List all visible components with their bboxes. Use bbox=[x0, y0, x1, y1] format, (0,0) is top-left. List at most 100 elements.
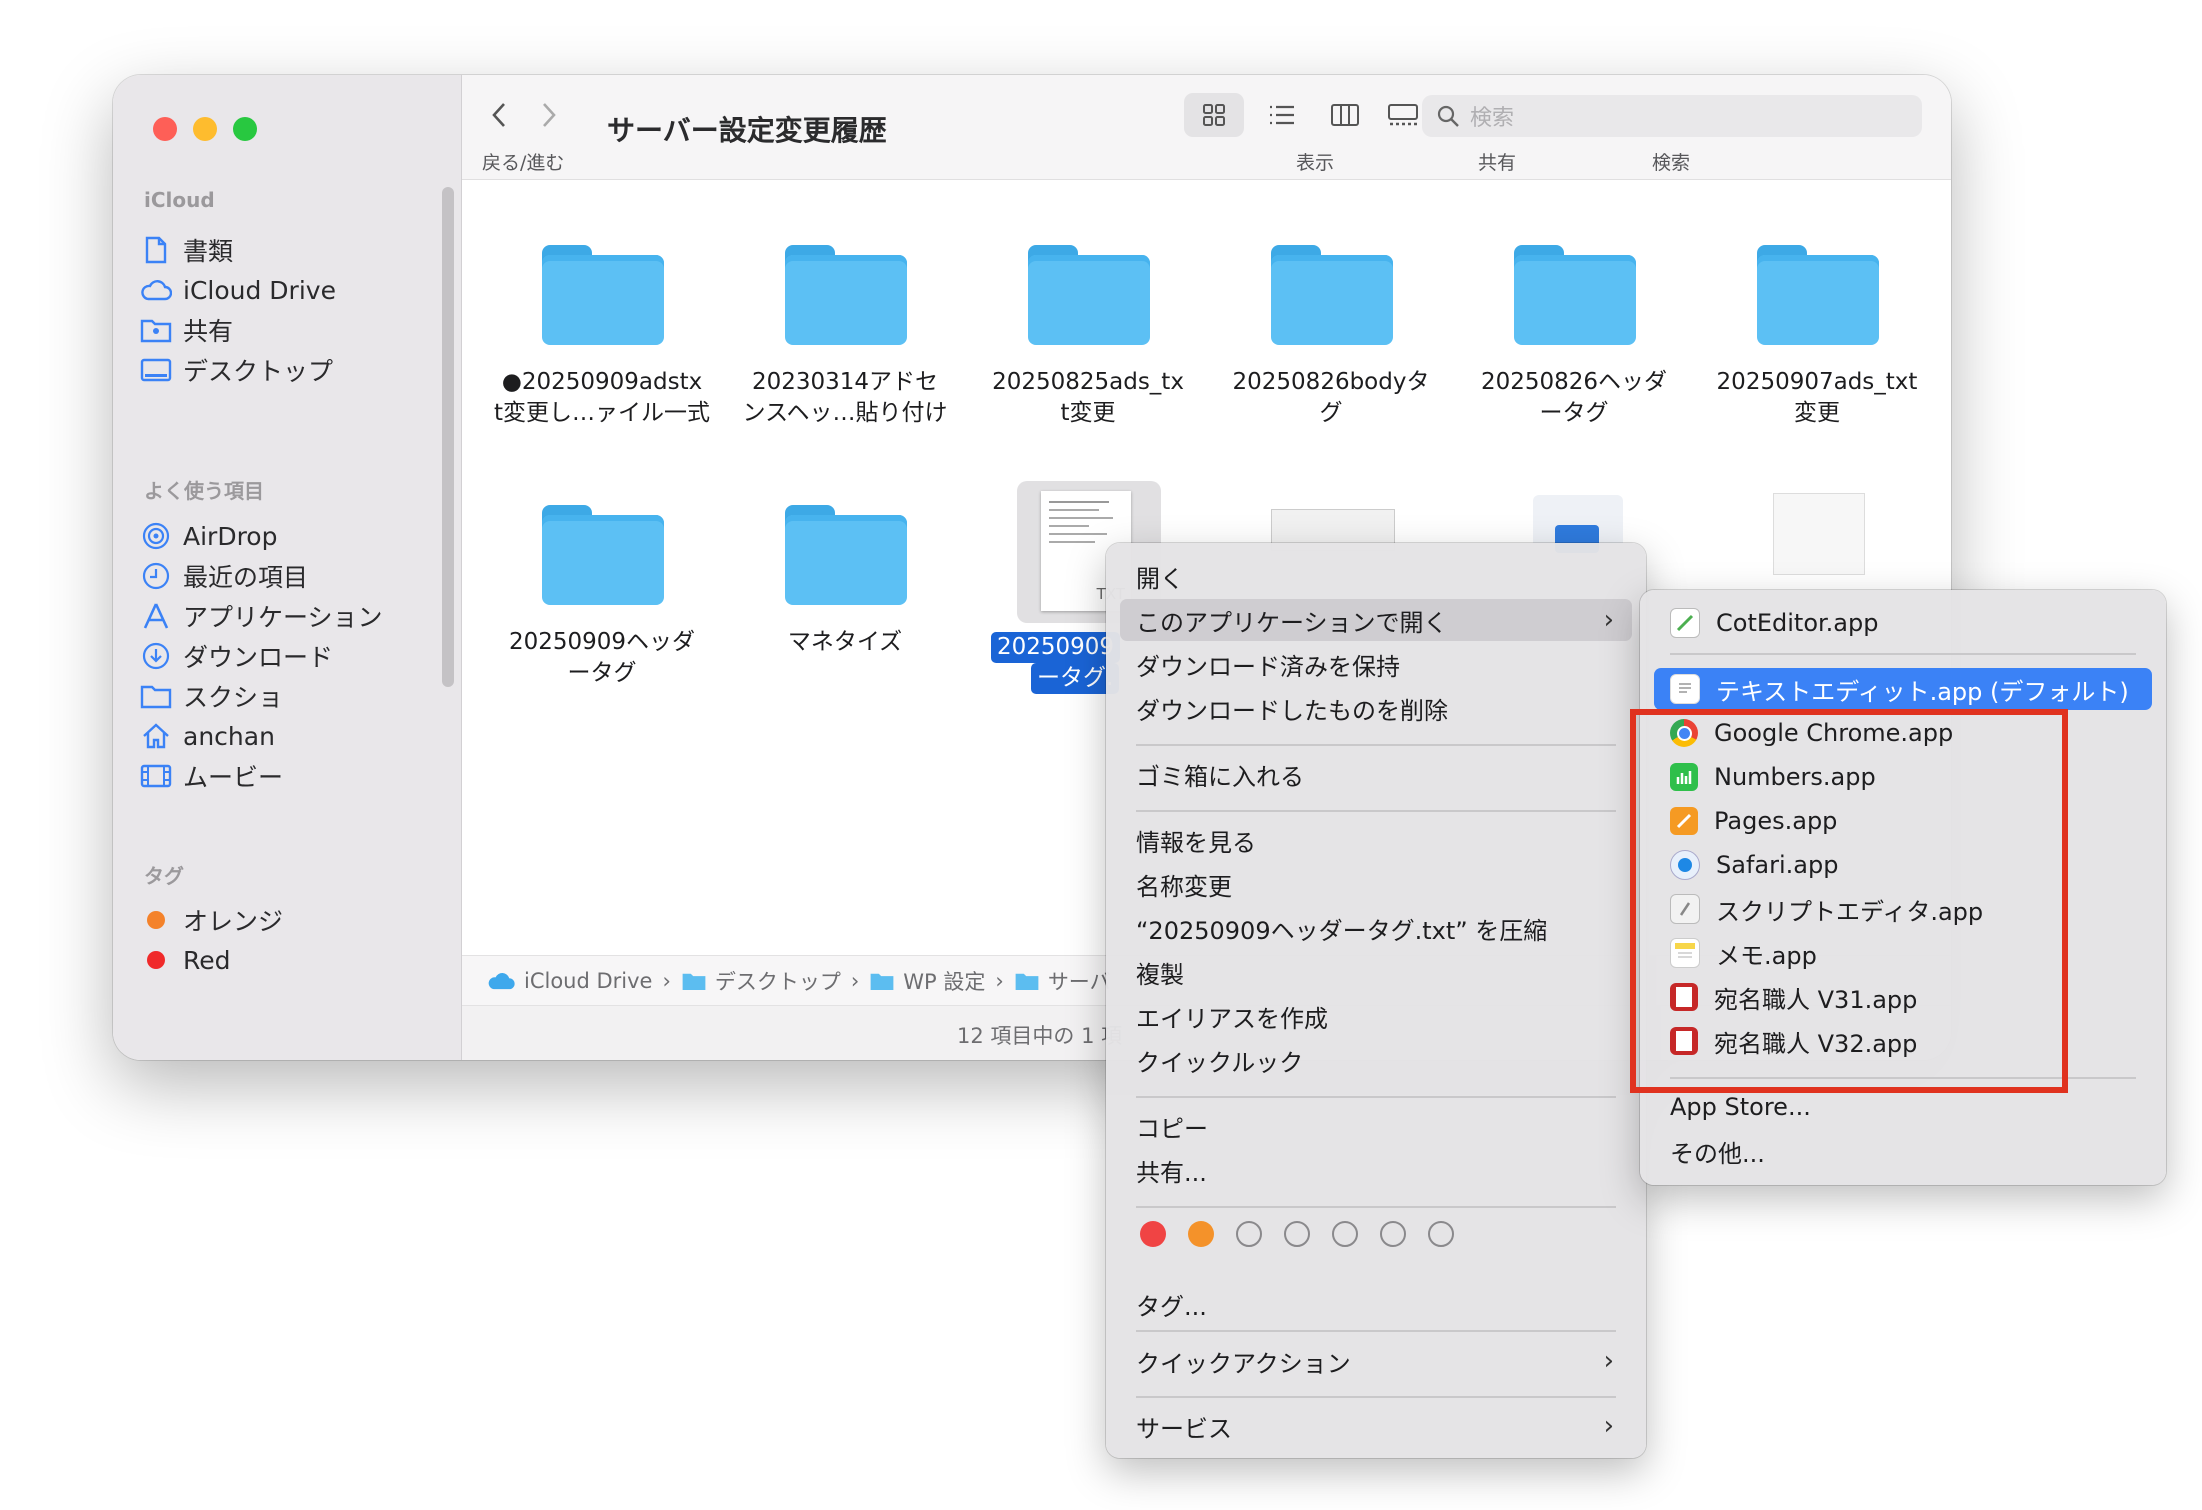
folder-icon[interactable] bbox=[1514, 245, 1636, 345]
menu-item-duplicate[interactable]: 複製 bbox=[1120, 951, 1632, 993]
sidebar-item-label: anchan bbox=[183, 721, 275, 751]
app-item-coteditor[interactable]: CotEditor.app bbox=[1654, 602, 2152, 644]
folder-icon bbox=[682, 973, 706, 990]
forward-button[interactable] bbox=[534, 93, 564, 137]
tag-color-empty[interactable] bbox=[1380, 1221, 1406, 1247]
menu-item-compress[interactable]: “20250909ヘッダータグ.txt” を圧縮 bbox=[1120, 907, 1632, 949]
folder-icon bbox=[1015, 973, 1039, 990]
sidebar-tag-orange[interactable]: オレンジ bbox=[139, 898, 439, 942]
menu-item-share[interactable]: 共有... bbox=[1120, 1149, 1632, 1191]
file-name[interactable]: 20250909ヘッダ ータグ bbox=[482, 627, 722, 689]
close-window-button[interactable] bbox=[153, 117, 177, 141]
icon-view-button[interactable] bbox=[1184, 93, 1244, 137]
folder-icon[interactable] bbox=[1028, 245, 1150, 345]
menu-item-quick-look[interactable]: クイックルック bbox=[1120, 1039, 1632, 1081]
path-item[interactable]: iCloud Drive bbox=[524, 969, 652, 993]
app-item-textedit-default[interactable]: テキストエディット.app (デフォルト) bbox=[1654, 668, 2152, 710]
sidebar-tag-red[interactable]: Red bbox=[139, 938, 439, 982]
tag-color-orange[interactable] bbox=[1188, 1221, 1214, 1247]
sidebar-item-icloud-drive[interactable]: iCloud Drive bbox=[139, 268, 439, 312]
menu-item-services[interactable]: サービス › bbox=[1120, 1405, 1632, 1447]
folder-icon[interactable] bbox=[785, 245, 907, 345]
path-item[interactable]: サーバ bbox=[1048, 966, 1111, 996]
file-name[interactable]: 20250826bodyタグ bbox=[1211, 367, 1451, 429]
menu-item-copy[interactable]: コピー bbox=[1120, 1105, 1632, 1147]
menu-item-make-alias[interactable]: エイリアスを作成 bbox=[1120, 995, 1632, 1037]
file-name[interactable]: 20250825ads_tx t変更 bbox=[968, 367, 1208, 429]
tag-color-red[interactable] bbox=[1140, 1221, 1166, 1247]
minimize-window-button[interactable] bbox=[193, 117, 217, 141]
chevron-left-icon bbox=[492, 103, 505, 127]
tag-color-empty[interactable] bbox=[1428, 1221, 1454, 1247]
sidebar-item-downloads[interactable]: ダウンロード bbox=[139, 634, 439, 678]
chevron-right-icon: › bbox=[1603, 1411, 1614, 1441]
menu-item-keep-downloaded[interactable]: ダウンロード済みを保持 bbox=[1120, 643, 1632, 685]
sidebar-item-label: 共有 bbox=[183, 317, 234, 346]
highlight-annotation-box bbox=[1630, 709, 2068, 1093]
column-view-button[interactable] bbox=[1320, 93, 1370, 137]
toolbar: 戻る/進む サーバー設定変更履歴 表示 共有 検索 検索 bbox=[462, 75, 1951, 180]
home-icon bbox=[139, 719, 173, 753]
menu-item-get-info[interactable]: 情報を見る bbox=[1120, 819, 1632, 861]
folder-icon[interactable] bbox=[542, 245, 664, 345]
sidebar-scrollbar[interactable] bbox=[442, 187, 454, 687]
menu-item-remove-download[interactable]: ダウンロードしたものを削除 bbox=[1120, 687, 1632, 729]
sidebar-item-shared[interactable]: 共有 bbox=[139, 308, 439, 352]
tag-dot-icon bbox=[139, 903, 173, 937]
menu-item-quick-actions[interactable]: クイックアクション › bbox=[1120, 1340, 1632, 1382]
file-name[interactable]: マネタイズ bbox=[725, 627, 965, 658]
sidebar-item-label: 書類 bbox=[183, 237, 234, 266]
window-title: サーバー設定変更履歴 bbox=[607, 114, 887, 147]
airdrop-icon bbox=[139, 519, 173, 553]
back-button[interactable] bbox=[484, 93, 514, 137]
tag-color-empty[interactable] bbox=[1236, 1221, 1262, 1247]
sidebar-item-documents[interactable]: 書類 bbox=[139, 228, 439, 272]
sidebar-item-screenshots[interactable]: スクショ bbox=[139, 674, 439, 718]
menu-separator bbox=[1136, 1396, 1616, 1398]
sidebar-item-label: アプリケーション bbox=[183, 603, 383, 632]
menu-item-move-to-trash[interactable]: ゴミ箱に入れる bbox=[1120, 753, 1632, 795]
menu-item-other[interactable]: その他... bbox=[1654, 1130, 2152, 1172]
chevron-right-icon: › bbox=[1603, 1346, 1614, 1376]
applications-icon bbox=[139, 599, 173, 633]
sidebar-section-favorites: よく使う項目 bbox=[144, 479, 264, 503]
sidebar-item-desktop[interactable]: デスクトップ bbox=[139, 348, 439, 392]
menu-item-open[interactable]: 開く bbox=[1120, 555, 1632, 597]
folder-icon[interactable] bbox=[785, 505, 907, 605]
menu-item-open-with[interactable]: このアプリケーションで開く › bbox=[1120, 599, 1632, 641]
file-name[interactable]: 20250907ads_txt 変更 bbox=[1697, 367, 1937, 429]
search-label: 検索 bbox=[1652, 152, 1691, 174]
file-name[interactable]: ●20250909adstx t変更し…ァイル一式 bbox=[482, 367, 722, 429]
zoom-window-button[interactable] bbox=[233, 117, 257, 141]
path-item[interactable]: WP 設定 bbox=[903, 966, 985, 996]
sidebar-item-home[interactable]: anchan bbox=[139, 714, 439, 758]
tag-color-empty[interactable] bbox=[1284, 1221, 1310, 1247]
sidebar-item-label: Red bbox=[183, 945, 231, 975]
tag-color-empty[interactable] bbox=[1332, 1221, 1358, 1247]
list-view-button[interactable] bbox=[1257, 93, 1307, 137]
view-label: 表示 bbox=[1296, 152, 1335, 174]
sidebar-item-recents[interactable]: 最近の項目 bbox=[139, 554, 439, 598]
film-icon bbox=[139, 759, 173, 793]
sidebar-item-movies[interactable]: ムービー bbox=[139, 754, 439, 798]
folder-icon bbox=[870, 973, 894, 990]
folder-icon[interactable] bbox=[542, 505, 664, 605]
blank-file-thumbnail[interactable] bbox=[1773, 493, 1865, 575]
folder-icon[interactable] bbox=[1271, 245, 1393, 345]
sidebar-item-applications[interactable]: アプリケーション bbox=[139, 594, 439, 638]
sidebar-item-label: スクショ bbox=[183, 683, 284, 712]
sidebar-item-airdrop[interactable]: AirDrop bbox=[139, 514, 439, 558]
menu-item-rename[interactable]: 名称変更 bbox=[1120, 863, 1632, 905]
file-name[interactable]: 20230314アドセ ンスヘッ…貼り付け bbox=[725, 367, 965, 429]
folder-icon[interactable] bbox=[1757, 245, 1879, 345]
file-name[interactable]: 20250826ヘッダ ータグ bbox=[1454, 367, 1694, 429]
grid-icon bbox=[1203, 104, 1225, 126]
sidebar-section-icloud: iCloud bbox=[144, 188, 215, 212]
search-placeholder: 検索 bbox=[1470, 106, 1515, 131]
menu-item-tags[interactable]: タグ... bbox=[1120, 1283, 1632, 1325]
context-menu: 開く このアプリケーションで開く › ダウンロード済みを保持 ダウンロードしたも… bbox=[1106, 543, 1646, 1458]
document-icon bbox=[139, 233, 173, 267]
search-field[interactable]: 検索 bbox=[1422, 95, 1922, 137]
sidebar-item-label: ダウンロード bbox=[183, 643, 334, 672]
path-item[interactable]: デスクトップ bbox=[715, 966, 841, 996]
